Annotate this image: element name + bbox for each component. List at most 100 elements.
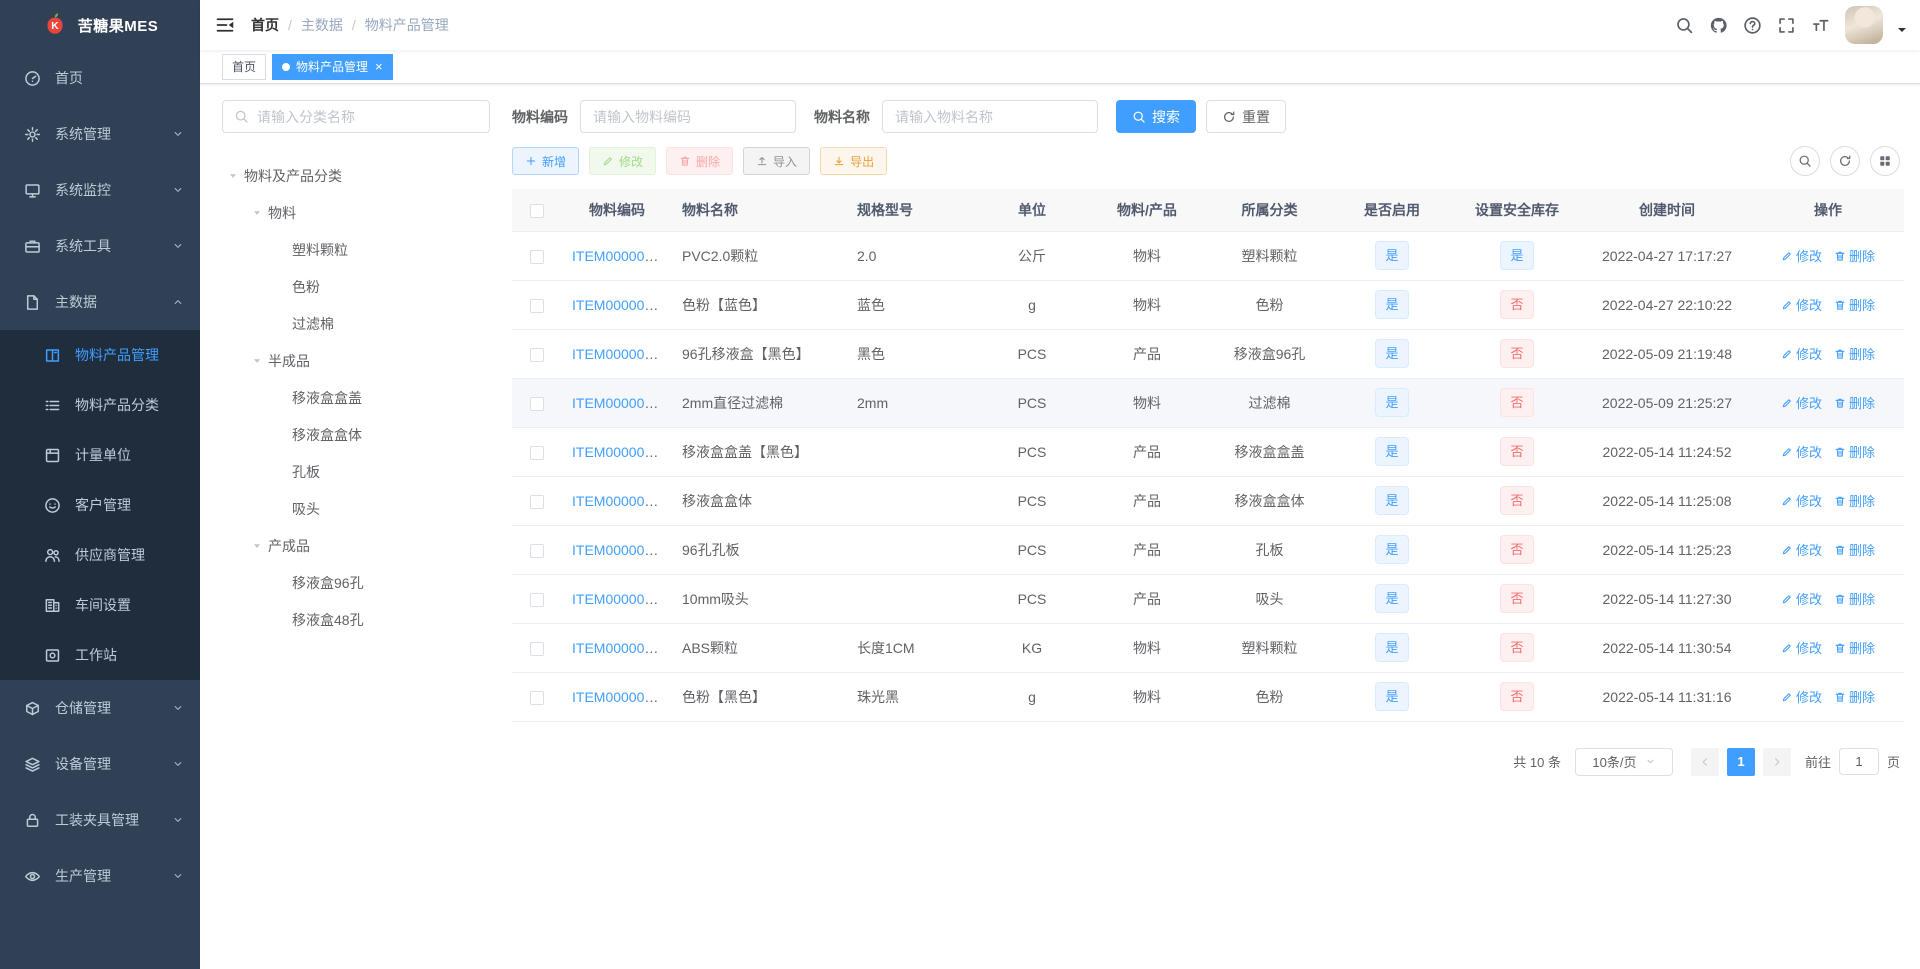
row-edit-link[interactable]: 修改	[1781, 246, 1822, 265]
row-delete-link[interactable]: 删除	[1834, 393, 1875, 412]
row-delete-link[interactable]: 删除	[1834, 491, 1875, 510]
app-logo[interactable]: K 苦糖果MES	[0, 0, 200, 50]
tree-node[interactable]: 物料及产品分类	[222, 157, 490, 194]
goto-page-input[interactable]	[1838, 748, 1879, 775]
help-icon[interactable]	[1743, 16, 1762, 35]
sidebar-item-fixture-management[interactable]: 工装夹具管理	[0, 792, 200, 848]
sidebar-toggle-button[interactable]	[215, 15, 235, 35]
item-code-link[interactable]: ITEM00000041	[572, 297, 668, 313]
edit-button[interactable]: 修改	[589, 147, 657, 175]
sidebar-item-customer-management[interactable]: 客户管理	[0, 480, 200, 530]
caret-down-icon[interactable]	[246, 354, 268, 368]
item-code-link[interactable]: ITEM00000046	[572, 346, 668, 362]
caret-down-icon[interactable]	[246, 206, 268, 220]
tab-home[interactable]: 首页	[222, 53, 267, 80]
export-button[interactable]: 导出	[820, 147, 888, 175]
tree-node[interactable]: 塑料颗粒	[222, 231, 490, 268]
row-edit-link[interactable]: 修改	[1781, 540, 1822, 559]
search-button[interactable]: 搜索	[1116, 100, 1196, 133]
reset-button[interactable]: 重置	[1206, 100, 1286, 133]
item-code-link[interactable]: ITEM00000053	[572, 542, 668, 558]
row-checkbox[interactable]	[530, 396, 544, 411]
row-checkbox[interactable]	[530, 494, 544, 509]
close-icon[interactable]: ×	[375, 60, 383, 73]
material-name-input[interactable]	[882, 100, 1098, 133]
header-search-icon[interactable]	[1675, 16, 1694, 35]
row-edit-link[interactable]: 修改	[1781, 442, 1822, 461]
row-delete-link[interactable]: 删除	[1834, 540, 1875, 559]
tree-node[interactable]: 半成品	[222, 342, 490, 379]
caret-down-icon[interactable]	[222, 169, 244, 183]
prev-page-button[interactable]	[1690, 747, 1719, 776]
row-checkbox[interactable]	[530, 690, 544, 705]
row-delete-link[interactable]: 删除	[1834, 295, 1875, 314]
breadcrumb-item[interactable]: 首页	[251, 15, 279, 35]
next-page-button[interactable]	[1762, 747, 1791, 776]
row-delete-link[interactable]: 删除	[1834, 442, 1875, 461]
select-all-checkbox[interactable]	[530, 203, 544, 218]
page-size-select[interactable]: 10条/页	[1574, 747, 1673, 776]
category-search-input[interactable]	[257, 108, 478, 125]
sidebar-item-production-management[interactable]: 生产管理	[0, 848, 200, 904]
page-1-button[interactable]: 1	[1726, 747, 1755, 776]
sidebar-item-supplier-management[interactable]: 供应商管理	[0, 530, 200, 580]
item-code-link[interactable]: ITEM00000049	[572, 395, 668, 411]
tree-node[interactable]: 吸头	[222, 490, 490, 527]
sidebar-item-system-management[interactable]: 系统管理	[0, 106, 200, 162]
row-checkbox[interactable]	[530, 249, 544, 264]
tree-node[interactable]: 过滤棉	[222, 305, 490, 342]
item-code-link[interactable]: ITEM00000055	[572, 640, 668, 656]
sidebar-item-workshop-settings[interactable]: 车间设置	[0, 580, 200, 630]
toggle-search-button[interactable]	[1790, 146, 1820, 176]
row-delete-link[interactable]: 删除	[1834, 246, 1875, 265]
tree-node[interactable]: 产成品	[222, 527, 490, 564]
item-code-link[interactable]: ITEM00000052	[572, 493, 668, 509]
row-delete-link[interactable]: 删除	[1834, 589, 1875, 608]
row-edit-link[interactable]: 修改	[1781, 491, 1822, 510]
tree-node[interactable]: 孔板	[222, 453, 490, 490]
sidebar-item-material-product-category[interactable]: 物料产品分类	[0, 380, 200, 430]
row-delete-link[interactable]: 删除	[1834, 687, 1875, 706]
row-edit-link[interactable]: 修改	[1781, 638, 1822, 657]
row-edit-link[interactable]: 修改	[1781, 393, 1822, 412]
add-button[interactable]: 新增	[512, 147, 580, 175]
tab-material-product-management[interactable]: 物料产品管理 ×	[272, 53, 393, 80]
row-checkbox[interactable]	[530, 347, 544, 362]
tree-node[interactable]: 移液盒96孔	[222, 564, 490, 601]
caret-down-icon[interactable]	[246, 539, 268, 553]
sidebar-item-workstation[interactable]: 工作站	[0, 630, 200, 680]
sidebar-item-warehouse-management[interactable]: 仓储管理	[0, 680, 200, 736]
material-code-input[interactable]	[580, 100, 796, 133]
row-edit-link[interactable]: 修改	[1781, 344, 1822, 363]
sidebar-item-system-monitor[interactable]: 系统监控	[0, 162, 200, 218]
caret-down-icon[interactable]	[1898, 28, 1906, 36]
fullscreen-icon[interactable]	[1777, 16, 1796, 35]
sidebar-item-master-data[interactable]: 主数据	[0, 274, 200, 330]
refresh-table-button[interactable]	[1830, 146, 1860, 176]
font-size-icon[interactable]	[1811, 16, 1830, 35]
row-edit-link[interactable]: 修改	[1781, 295, 1822, 314]
user-avatar[interactable]	[1845, 6, 1883, 44]
tree-node[interactable]: 物料	[222, 194, 490, 231]
row-checkbox[interactable]	[530, 298, 544, 313]
github-icon[interactable]	[1709, 16, 1728, 35]
row-delete-link[interactable]: 删除	[1834, 344, 1875, 363]
row-checkbox[interactable]	[530, 592, 544, 607]
item-code-link[interactable]: ITEM00000051	[572, 444, 668, 460]
sidebar-item-system-tools[interactable]: 系统工具	[0, 218, 200, 274]
row-checkbox[interactable]	[530, 445, 544, 460]
item-code-link[interactable]: ITEM00000037	[572, 248, 668, 264]
row-delete-link[interactable]: 删除	[1834, 638, 1875, 657]
delete-button[interactable]: 删除	[666, 147, 734, 175]
row-edit-link[interactable]: 修改	[1781, 589, 1822, 608]
item-code-link[interactable]: ITEM00000054	[572, 591, 668, 607]
sidebar-item-measurement-unit[interactable]: 计量单位	[0, 430, 200, 480]
row-checkbox[interactable]	[530, 641, 544, 656]
sidebar-item-equipment-management[interactable]: 设备管理	[0, 736, 200, 792]
columns-toggle-button[interactable]	[1870, 146, 1900, 176]
item-code-link[interactable]: ITEM00000056	[572, 689, 668, 705]
tree-node[interactable]: 移液盒盒盖	[222, 379, 490, 416]
tree-node[interactable]: 色粉	[222, 268, 490, 305]
tree-node[interactable]: 移液盒盒体	[222, 416, 490, 453]
import-button[interactable]: 导入	[743, 147, 811, 175]
